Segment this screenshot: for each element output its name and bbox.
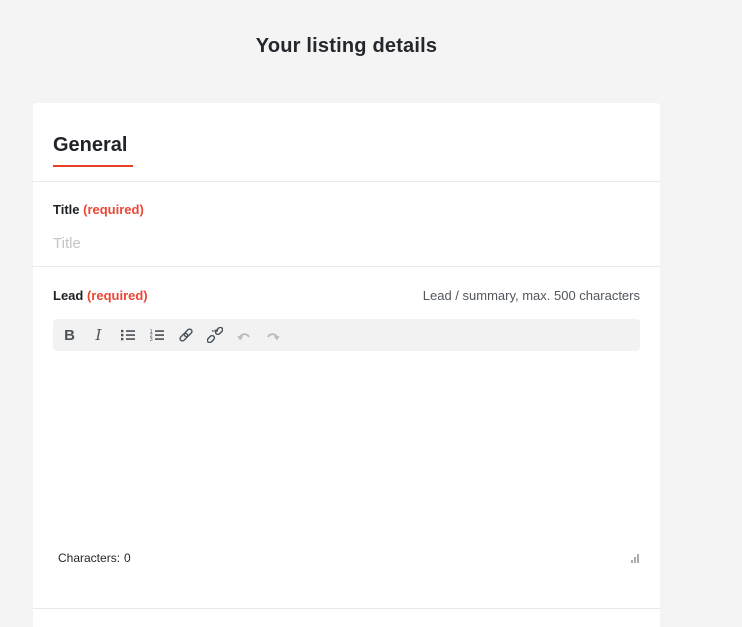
lead-richtext-editor: B I 1 2 3: [53, 319, 640, 572]
editor-resize-grip-icon[interactable]: [631, 554, 640, 563]
lead-field-section: Lead (required) Lead / summary, max. 500…: [33, 267, 660, 609]
editor-toolbar: B I 1 2 3: [53, 319, 640, 351]
italic-icon: I: [96, 326, 102, 344]
unordered-list-button[interactable]: [113, 322, 142, 348]
redo-icon: [265, 327, 281, 343]
unlink-button[interactable]: [200, 322, 229, 348]
title-field-label: Title (required): [53, 203, 144, 217]
svg-text:3: 3: [149, 337, 152, 343]
title-label-text: Title: [53, 202, 80, 217]
page-header: Your listing details: [33, 0, 660, 58]
general-section: General: [33, 103, 660, 182]
unlink-icon: [207, 327, 223, 343]
link-button[interactable]: [171, 322, 200, 348]
character-count-value: 0: [124, 551, 131, 565]
redo-button[interactable]: [258, 322, 287, 348]
italic-button[interactable]: I: [84, 322, 113, 348]
title-required-flag: (required): [83, 202, 144, 217]
listing-details-card: General Title (required) Lead (required)…: [33, 103, 660, 627]
bold-button[interactable]: B: [55, 322, 84, 348]
undo-icon: [236, 327, 252, 343]
editor-content-area[interactable]: [53, 351, 640, 544]
lead-required-flag: (required): [87, 288, 148, 303]
numbered-list-icon: 1 2 3: [149, 327, 165, 343]
character-counter: Characters: 0: [53, 551, 131, 565]
link-icon: [178, 327, 194, 343]
title-input[interactable]: [53, 235, 640, 266]
general-section-heading: General: [53, 133, 640, 157]
ordered-list-button[interactable]: 1 2 3: [142, 322, 171, 348]
editor-statusbar: Characters: 0: [53, 544, 640, 572]
undo-button[interactable]: [229, 322, 258, 348]
accent-underline: [53, 165, 133, 167]
lead-field-hint: Lead / summary, max. 500 characters: [423, 288, 640, 303]
bold-icon: B: [64, 327, 75, 344]
lead-field-label: Lead (required): [53, 289, 148, 303]
character-counter-label: Characters:: [58, 551, 120, 565]
lead-label-text: Lead: [53, 288, 83, 303]
page-title: Your listing details: [33, 34, 660, 58]
next-section-start: [33, 609, 660, 627]
bullet-list-icon: [120, 327, 136, 343]
title-field-section: Title (required): [33, 182, 660, 267]
